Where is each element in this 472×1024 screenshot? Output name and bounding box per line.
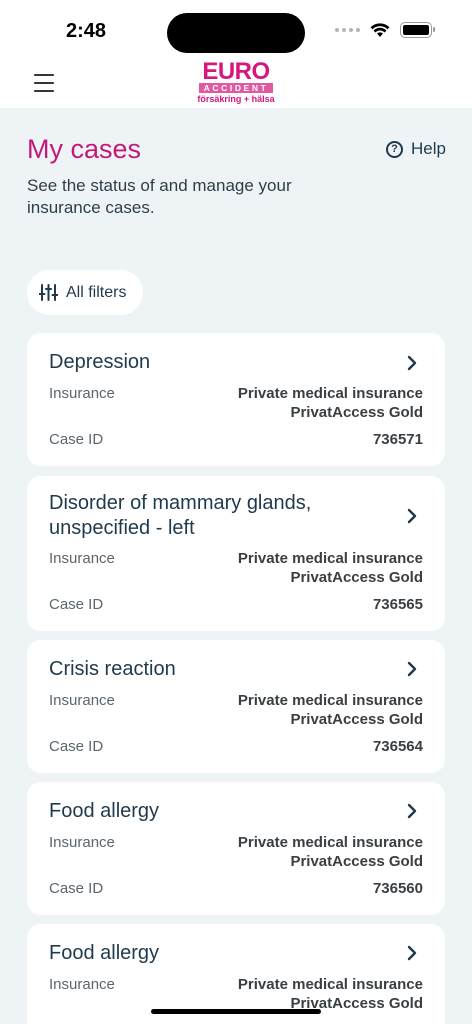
insurance-label: Insurance xyxy=(49,385,115,402)
insurance-plan: PrivatAccess Gold xyxy=(290,569,423,586)
case-title: Depression xyxy=(49,351,151,373)
case-card[interactable]: Food allergy Insurance Private medical i… xyxy=(27,782,445,915)
insurance-label: Insurance xyxy=(49,692,115,709)
chevron-right-icon xyxy=(407,508,417,524)
logo-band: ACCIDENT xyxy=(199,83,273,93)
insurance-product: Private medical insurance xyxy=(237,834,423,851)
battery-icon xyxy=(400,22,435,38)
dynamic-island xyxy=(167,13,305,53)
case-id-label: Case ID xyxy=(49,880,104,897)
insurance-plan: PrivatAccess Gold xyxy=(290,404,423,421)
insurance-product: Private medical insurance xyxy=(237,692,423,709)
status-time: 2:48 xyxy=(66,20,107,42)
status-icons xyxy=(335,22,435,38)
case-id-value: 736571 xyxy=(372,431,423,448)
help-link[interactable]: ? Help xyxy=(386,139,446,159)
insurance-value: Private medical insurance PrivatAccess G… xyxy=(238,549,423,587)
insurance-value: Private medical insurance PrivatAccess G… xyxy=(238,833,423,871)
all-filters-button[interactable]: All filters xyxy=(27,270,143,315)
menu-button[interactable] xyxy=(34,74,54,92)
chevron-right-icon xyxy=(407,803,417,819)
case-card[interactable]: Crisis reaction Insurance Private medica… xyxy=(27,640,445,773)
hamburger-icon xyxy=(34,74,54,76)
chevron-right-icon xyxy=(407,945,417,961)
insurance-label: Insurance xyxy=(49,550,115,567)
case-card[interactable]: Disorder of mammary glands, unspecified … xyxy=(27,476,445,631)
case-title: Food allergy xyxy=(49,800,160,822)
logo-brand: EURO xyxy=(202,58,270,85)
all-filters-label: All filters xyxy=(66,283,127,301)
insurance-label: Insurance xyxy=(49,834,115,851)
insurance-label: Insurance xyxy=(49,976,115,993)
status-bar: 2:48 xyxy=(0,0,472,60)
help-label: Help xyxy=(411,139,446,158)
case-id-value: 736565 xyxy=(372,596,423,613)
case-id-label: Case ID xyxy=(49,738,104,755)
insurance-product: Private medical insurance xyxy=(237,550,423,567)
chevron-right-icon xyxy=(407,355,417,371)
case-id-label: Case ID xyxy=(49,596,104,613)
app-header: EURO ACCIDENT försäkring + hälsa xyxy=(0,60,472,108)
case-title: Disorder of mammary glands, unspecified … xyxy=(49,492,312,539)
case-title: Crisis reaction xyxy=(49,658,176,680)
sliders-icon xyxy=(39,284,58,301)
euro-accident-logo: EURO ACCIDENT försäkring + hälsa xyxy=(197,60,275,106)
insurance-value: Private medical insurance PrivatAccess G… xyxy=(238,691,423,729)
logo-tagline: försäkring + hälsa xyxy=(197,94,275,104)
chevron-right-icon xyxy=(407,661,417,677)
insurance-plan: PrivatAccess Gold xyxy=(290,853,423,870)
insurance-plan: PrivatAccess Gold xyxy=(290,711,423,728)
case-id-value: 736564 xyxy=(372,738,423,755)
insurance-product: Private medical insurance xyxy=(237,976,423,993)
page-subtitle: See the status of and manage your insura… xyxy=(27,176,292,217)
case-title: Food allergy xyxy=(49,942,160,964)
insurance-product: Private medical insurance xyxy=(237,385,423,402)
home-indicator xyxy=(151,1009,321,1014)
signal-icon xyxy=(335,28,360,32)
case-card[interactable]: Depression Insurance Private medical ins… xyxy=(27,333,445,466)
case-id-label: Case ID xyxy=(49,431,104,448)
wifi-icon xyxy=(370,22,390,37)
question-circle-icon: ? xyxy=(386,140,403,158)
page-title: My cases xyxy=(27,134,142,164)
case-id-value: 736560 xyxy=(372,880,423,897)
insurance-value: Private medical insurance PrivatAccess G… xyxy=(238,975,423,1013)
insurance-value: Private medical insurance PrivatAccess G… xyxy=(238,384,423,422)
